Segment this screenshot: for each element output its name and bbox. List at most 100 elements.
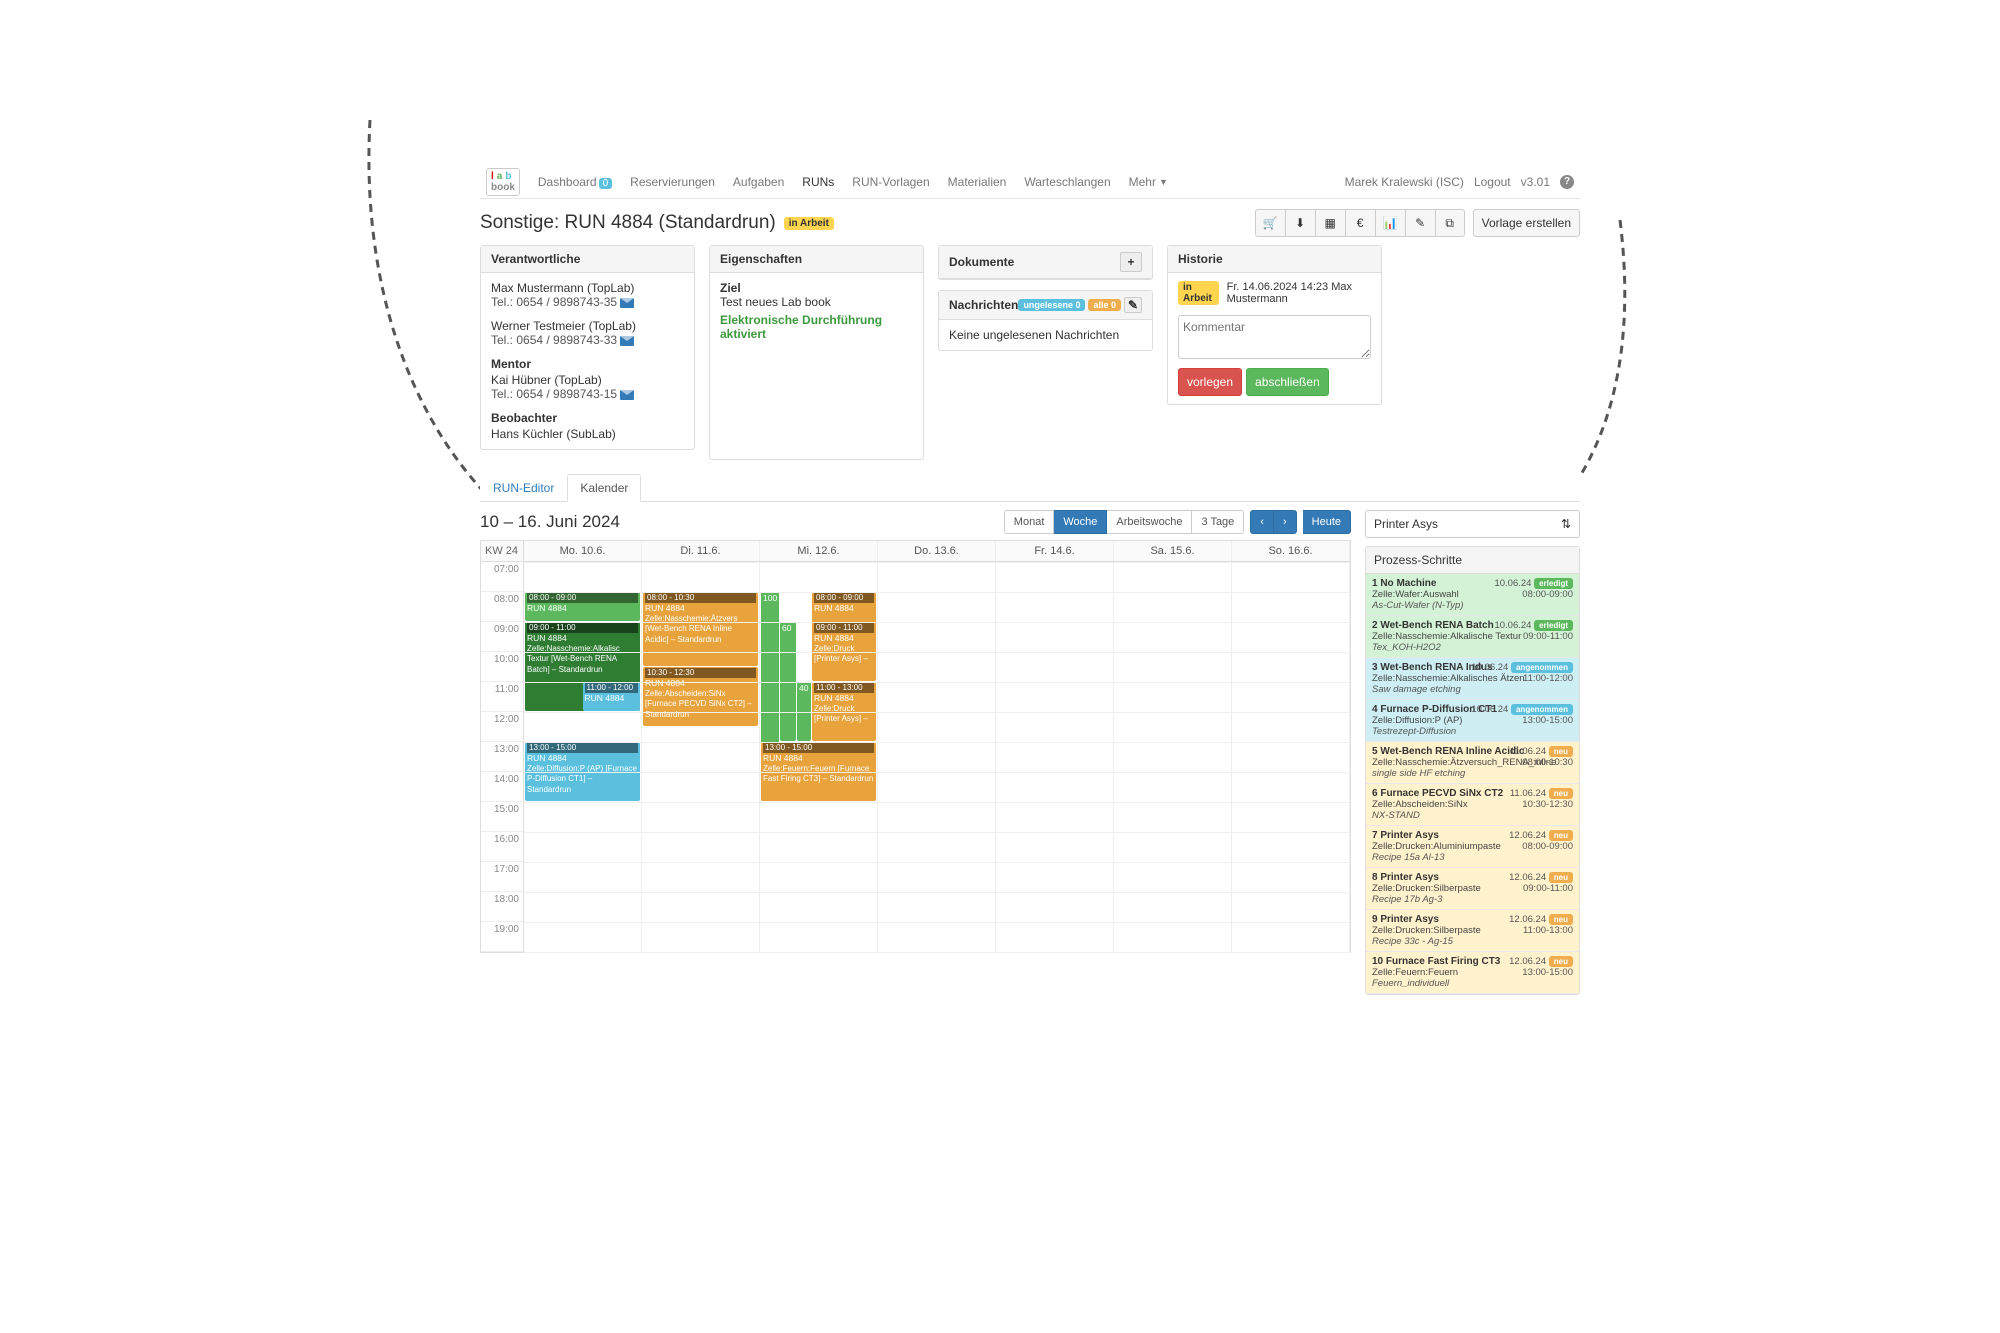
abschliessen-button[interactable]: abschließen (1246, 368, 1329, 396)
document-icon[interactable]: ▦ (1315, 209, 1345, 237)
mail-icon[interactable] (620, 390, 634, 400)
day-column[interactable] (996, 562, 1114, 952)
calendar-event[interactable]: 11:00 - 12:00RUN 4884 (583, 682, 641, 711)
sort-icon: ⇅ (1561, 517, 1571, 531)
create-template-button[interactable]: Vorlage erstellen (1473, 209, 1580, 237)
nav-materialien[interactable]: Materialien (940, 169, 1015, 195)
logo: labbook (486, 168, 520, 196)
nav-reservierungen[interactable]: Reservierungen (622, 169, 723, 195)
properties-panel: Eigenschaften Ziel Test neues Lab book E… (709, 245, 924, 460)
page-title: Sonstige: RUN 4884 (Standardrun) (480, 212, 776, 234)
chart-icon[interactable]: 📊 (1375, 209, 1405, 237)
prev-button[interactable]: ‹ (1250, 510, 1274, 534)
hour-label: 19:00 (481, 922, 523, 952)
properties-heading: Eigenschaften (710, 246, 923, 273)
nav-aufgaben[interactable]: Aufgaben (725, 169, 792, 195)
next-button[interactable]: › (1274, 510, 1297, 534)
process-step[interactable]: 6 Furnace PECVD SiNx CT2Zelle:Abscheiden… (1366, 784, 1579, 826)
view-3 tage[interactable]: 3 Tage (1192, 510, 1244, 534)
nav-run-vorlagen[interactable]: RUN-Vorlagen (844, 169, 937, 195)
cart-icon[interactable]: 🛒 (1255, 209, 1285, 237)
nav-warteschlangen[interactable]: Warteschlangen (1016, 169, 1118, 195)
nav-version: v3.01 (1521, 175, 1550, 189)
history-status: in Arbeit (1178, 281, 1219, 305)
dashboard-badge: 0 (599, 178, 613, 189)
calendar-event[interactable]: 08:00 - 10:30RUN 4884Zelle:Nasschemie:Ät… (643, 592, 758, 666)
mentor-label: Mentor (491, 357, 684, 371)
process-step[interactable]: 10 Furnace Fast Firing CT3Zelle:Feuern:F… (1366, 952, 1579, 994)
day-header: Di. 11.6. (642, 541, 760, 561)
edit-icon[interactable]: ✎ (1405, 209, 1435, 237)
process-step[interactable]: 3 Wet-Bench RENA IndusZelle:Nasschemie:A… (1366, 658, 1579, 700)
tab-kalender[interactable]: Kalender (567, 474, 641, 502)
day-header: Mo. 10.6. (524, 541, 642, 561)
day-header: Do. 13.6. (878, 541, 996, 561)
nav-user[interactable]: Marek Kralewski (ISC) (1345, 175, 1464, 189)
week-label: KW 24 (481, 541, 524, 561)
history-panel: Historie in Arbeit Fr. 14.06.2024 14:23 … (1167, 245, 1382, 405)
vorlegen-button[interactable]: vorlegen (1178, 368, 1242, 396)
unread-tag[interactable]: ungelesene 0 (1018, 299, 1085, 311)
process-step[interactable]: 8 Printer AsysZelle:Drucken:SilberpasteR… (1366, 868, 1579, 910)
person-name: Kai Hübner (TopLab) (491, 373, 684, 387)
view-arbeitswoche[interactable]: Arbeitswoche (1107, 510, 1192, 534)
process-step[interactable]: 1 No MachineZelle:Wafer:AuswahlAs-Cut-Wa… (1366, 574, 1579, 616)
day-header: So. 16.6. (1232, 541, 1350, 561)
comment-input[interactable] (1178, 315, 1371, 359)
device-select[interactable]: Printer Asys ⇅ (1365, 510, 1580, 538)
copy-icon[interactable]: ⧉ (1435, 209, 1465, 237)
view-buttons: MonatWocheArbeitswoche3 Tage (1004, 510, 1245, 534)
process-steps-heading: Prozess-Schritte (1366, 547, 1579, 574)
nav-logout[interactable]: Logout (1474, 175, 1511, 189)
calendar-grid[interactable]: KW 24 Mo. 10.6.Di. 11.6.Mi. 12.6.Do. 13.… (480, 540, 1351, 953)
hour-label: 12:00 (481, 712, 523, 742)
euro-icon[interactable]: € (1345, 209, 1375, 237)
mail-icon[interactable] (620, 298, 634, 308)
day-column[interactable] (1232, 562, 1350, 952)
hour-label: 10:00 (481, 652, 523, 682)
messages-panel: Nachrichten ungelesene 0 alle 0 ✎ Keine … (938, 290, 1153, 351)
hour-label: 17:00 (481, 862, 523, 892)
hour-label: 07:00 (481, 562, 523, 592)
compose-message-icon[interactable]: ✎ (1124, 297, 1142, 313)
nav-dashboard[interactable]: Dashboard0 (530, 169, 620, 195)
status-badge: in Arbeit (784, 217, 834, 230)
documents-panel: Dokumente + (938, 245, 1153, 280)
hour-label: 14:00 (481, 772, 523, 802)
day-header: Fr. 14.6. (996, 541, 1114, 561)
mail-icon[interactable] (620, 336, 634, 346)
nav-mehr[interactable]: Mehr▼ (1121, 169, 1176, 195)
process-step[interactable]: 9 Printer AsysZelle:Drucken:SilberpasteR… (1366, 910, 1579, 952)
download-icon[interactable]: ⬇ (1285, 209, 1315, 237)
app-window: labbook Dashboard0 Reservierungen Aufgab… (480, 165, 1580, 995)
calendar-event[interactable]: 08:00 - 09:00RUN 4884 (525, 592, 640, 621)
documents-heading: Dokumente (949, 255, 1014, 269)
history-entry: Fr. 14.06.2024 14:23 Max Mustermann (1227, 281, 1371, 305)
hour-label: 09:00 (481, 622, 523, 652)
day-column[interactable] (1114, 562, 1232, 952)
today-button[interactable]: Heute (1303, 510, 1351, 534)
process-step[interactable]: 2 Wet-Bench RENA BatchZelle:Nasschemie:A… (1366, 616, 1579, 658)
process-step[interactable]: 4 Furnace P-Diffusion CT1Zelle:Diffusion… (1366, 700, 1579, 742)
calendar-range: 10 – 16. Juni 2024 (480, 512, 620, 532)
day-column[interactable]: 08:00 - 10:30RUN 4884Zelle:Nasschemie:Ät… (642, 562, 760, 952)
goal-label: Ziel (720, 281, 913, 295)
responsible-panel: Verantwortliche Max Mustermann (TopLab) … (480, 245, 695, 450)
day-column[interactable] (878, 562, 996, 952)
day-column[interactable]: 100604008:00 - 09:00RUN 488409:00 - 11:0… (760, 562, 878, 952)
activated-text: Elektronische Durchführung aktiviert (720, 313, 913, 341)
view-monat[interactable]: Monat (1004, 510, 1055, 534)
nav-runs[interactable]: RUNs (794, 169, 842, 195)
messages-heading: Nachrichten (949, 298, 1018, 312)
day-header: Sa. 15.6. (1114, 541, 1232, 561)
help-icon[interactable]: ? (1560, 175, 1574, 189)
tab-run-editor[interactable]: RUN-Editor (480, 474, 567, 502)
hour-label: 16:00 (481, 832, 523, 862)
all-tag[interactable]: alle 0 (1088, 299, 1121, 311)
calendar-event[interactable]: 10:30 - 12:30RUN 4884Zelle:Abscheiden:Si… (643, 667, 758, 726)
day-column[interactable]: 08:00 - 09:00RUN 488409:00 - 11:00RUN 48… (524, 562, 642, 952)
add-document-button[interactable]: + (1120, 252, 1142, 272)
process-step[interactable]: 5 Wet-Bench RENA Inline AcidicZelle:Nass… (1366, 742, 1579, 784)
process-step[interactable]: 7 Printer AsysZelle:Drucken:Aluminiumpas… (1366, 826, 1579, 868)
view-woche[interactable]: Woche (1054, 510, 1107, 534)
